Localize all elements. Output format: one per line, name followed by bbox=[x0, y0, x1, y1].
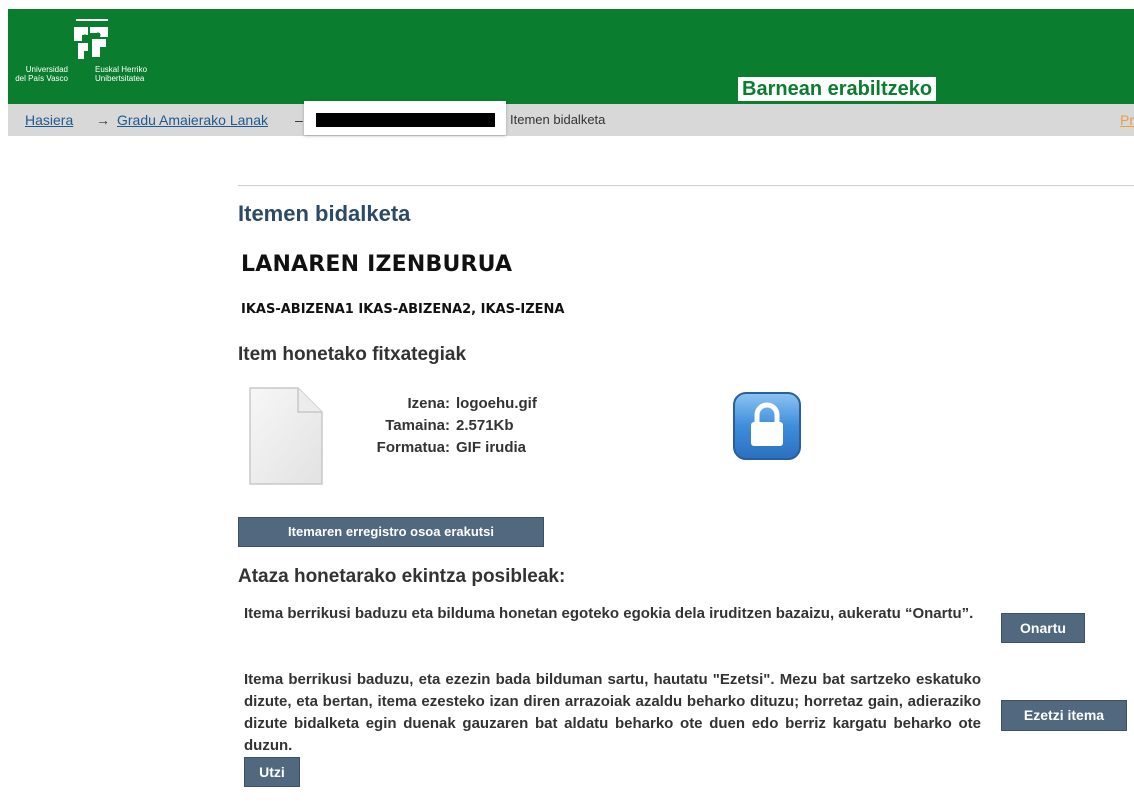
show-full-record-button[interactable]: Itemaren erregistro osoa erakutsi bbox=[238, 517, 544, 547]
actions-heading: Ataza honetarako ekintza posibleak: bbox=[238, 566, 566, 587]
accept-description: Itema berrikusi baduzu eta bilduma honet… bbox=[244, 605, 974, 622]
reject-button[interactable]: Ezetzi itema bbox=[1001, 700, 1127, 731]
accept-button[interactable]: Onartu bbox=[1001, 613, 1085, 643]
internal-use-badge: Barnean erabiltzeko bbox=[738, 77, 937, 101]
redaction-bar bbox=[316, 113, 495, 127]
profile-link[interactable]: Profi bbox=[1120, 104, 1134, 136]
breadcrumb: Hasiera → Gradu Amaierako Lanak – Itemen… bbox=[8, 101, 1134, 136]
logo-text-es: Universidad del País Vasco bbox=[15, 65, 68, 83]
logo-text-eu: Euskal Herriko Unibertsitatea bbox=[95, 65, 148, 83]
file-format-row: Formatua: GIF irudia bbox=[340, 437, 537, 459]
breadcrumb-separator: → bbox=[96, 112, 110, 128]
file-name-row: Izena: logoehu.gif bbox=[340, 393, 537, 415]
cancel-button[interactable]: Utzi bbox=[244, 757, 300, 787]
breadcrumb-current: Itemen bidalketa bbox=[510, 112, 606, 127]
page-title: Itemen bidalketa bbox=[238, 201, 411, 226]
file-size-label: Tamaina: bbox=[385, 417, 450, 434]
files-heading: Item honetako fitxategiak bbox=[238, 344, 467, 365]
item-authors: IKAS-ABIZENA1 IKAS-ABIZENA2, IKAS-IZENA bbox=[241, 302, 565, 317]
breadcrumb-separator: – bbox=[295, 112, 303, 128]
site-header: Universidad del País Vasco Euskal Herrik… bbox=[8, 9, 1134, 104]
ehu-logo-icon bbox=[74, 19, 108, 59]
content-divider bbox=[238, 185, 1134, 186]
file-size-row: Tamaina: 2.571Kb bbox=[340, 415, 537, 437]
file-metadata: Izena: logoehu.gif Tamaina: 2.571Kb Format… bbox=[340, 393, 537, 459]
breadcrumb-section-link[interactable]: Gradu Amaierako Lanak bbox=[117, 104, 268, 136]
file-size-value: 2.571Kb bbox=[456, 417, 514, 434]
item-title: LANAREN IZENBURUA bbox=[241, 252, 513, 277]
file-format-value: GIF irudia bbox=[456, 439, 527, 456]
lock-icon bbox=[733, 392, 801, 460]
breadcrumb-home-link[interactable]: Hasiera bbox=[25, 104, 73, 136]
file-format-label: Formatua: bbox=[376, 439, 450, 456]
university-logo[interactable]: Universidad del País Vasco Euskal Herrik… bbox=[8, 9, 208, 104]
reject-description: Itema berrikusi baduzu, eta ezezin bada … bbox=[244, 671, 981, 754]
file-name-value: logoehu.gif bbox=[456, 395, 537, 412]
breadcrumb-redacted-item bbox=[304, 101, 506, 135]
file-name-label: Izena: bbox=[407, 395, 450, 412]
document-icon[interactable] bbox=[248, 386, 324, 486]
